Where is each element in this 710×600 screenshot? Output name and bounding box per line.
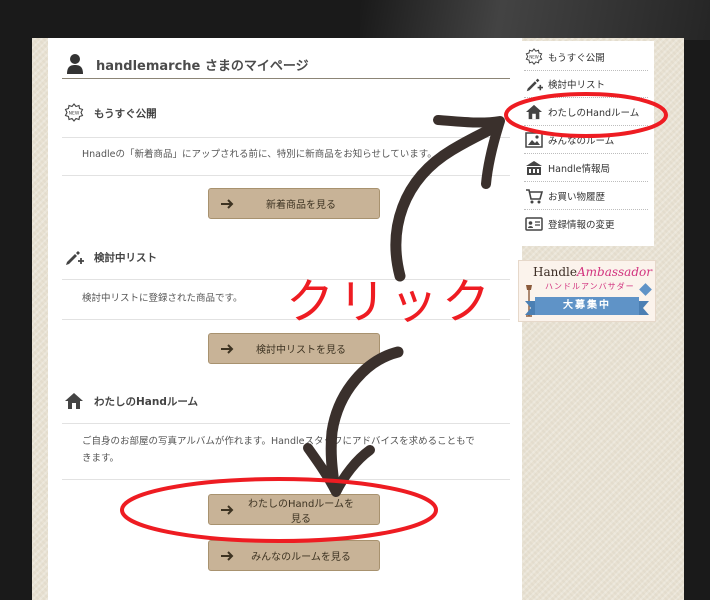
page-title: handlemarche さまのマイページ xyxy=(96,58,309,74)
screen-glare xyxy=(360,0,710,40)
banner-logo: HandleAmbassador xyxy=(533,265,652,279)
sidebar-item-label: Handle情報局 xyxy=(548,164,611,175)
sidebar-item-label: 検討中リスト xyxy=(548,80,606,91)
sidebar-item-label: もうすぐ公開 xyxy=(548,53,605,64)
house-icon xyxy=(524,103,544,121)
section-header-coming-soon: NEW もうすぐ公開 xyxy=(62,98,510,128)
sidebar-item-everyones-rooms[interactable]: みんなのルーム xyxy=(524,127,648,154)
divider xyxy=(62,423,510,424)
description-line: ご自身のお部屋の写真アルバムが作れます。Handleスタッフにアドバイスを求める… xyxy=(82,436,475,447)
sidebar-item-coming-soon[interactable]: NEW もうすぐ公開 xyxy=(524,44,648,71)
description-line: きます。 xyxy=(82,453,120,464)
divider xyxy=(62,479,510,480)
pen-plus-icon xyxy=(524,75,544,93)
svg-text:NEW: NEW xyxy=(69,111,80,117)
building-icon xyxy=(524,159,544,177)
view-new-items-button[interactable]: 新着商品を見る xyxy=(208,188,380,219)
new-badge-icon: NEW xyxy=(64,103,84,123)
banner-logo-main: Handle xyxy=(533,265,577,279)
svg-text:NEW: NEW xyxy=(529,54,539,59)
sidebar-item-account-settings[interactable]: 登録情報の変更 xyxy=(524,211,648,237)
pen-plus-icon xyxy=(64,247,84,267)
view-wishlist-button[interactable]: 検討中リストを見る xyxy=(208,333,380,364)
banner-subtitle: ハンドルアンバサダー xyxy=(545,282,635,291)
section-title: わたしのHandルーム xyxy=(94,395,199,408)
section-header-my-room: わたしのHandルーム xyxy=(62,386,510,416)
arrow-right-icon xyxy=(221,504,235,515)
section-header-wishlist: 検討中リスト xyxy=(62,242,510,272)
new-badge-icon: NEW xyxy=(524,48,544,66)
button-label: 検討中リストを見る xyxy=(256,345,346,356)
click-annotation-text: クリック xyxy=(286,274,495,330)
section-description: ご自身のお部屋の写真アルバムが作れます。Handleスタッフにアドバイスを求める… xyxy=(82,433,502,467)
ambassador-banner[interactable]: HandleAmbassador ハンドルアンバサダー 大募集中 xyxy=(518,260,656,322)
arrow-right-icon xyxy=(221,198,235,209)
sidebar-item-wishlist[interactable]: 検討中リスト xyxy=(524,71,648,98)
id-card-icon xyxy=(524,215,544,233)
view-everyones-rooms-button[interactable]: みんなのルームを見る xyxy=(208,540,380,571)
diamond-decoration xyxy=(639,283,652,296)
button-label: みんなのルームを見る xyxy=(251,552,351,563)
sidebar-item-label: わたしのHandルーム xyxy=(548,108,640,119)
cart-icon xyxy=(524,187,544,205)
arrow-right-icon xyxy=(221,343,235,354)
sidebar-item-label: みんなのルーム xyxy=(548,136,615,147)
section-title: 検討中リスト xyxy=(94,251,157,264)
arrow-right-icon xyxy=(221,550,235,561)
button-label: わたしのHandルームを見る xyxy=(247,498,355,525)
banner-logo-accent: Ambassador xyxy=(576,265,652,279)
sidebar-menu: NEW もうすぐ公開 検討中リスト わたしのHandルーム みんなのルーム Ha… xyxy=(518,41,654,246)
sidebar-item-info-bureau[interactable]: Handle情報局 xyxy=(524,155,648,182)
divider xyxy=(62,137,510,138)
photo-icon xyxy=(524,131,544,149)
sidebar-item-my-room[interactable]: わたしのHandルーム xyxy=(524,99,648,126)
person-icon xyxy=(67,54,83,74)
section-title: もうすぐ公開 xyxy=(94,107,157,120)
house-icon xyxy=(64,391,84,411)
sidebar-item-purchase-history[interactable]: お買い物履歴 xyxy=(524,183,648,210)
banner-ribbon: 大募集中 xyxy=(525,297,649,315)
section-description: Hnadleの「新着商品」にアップされる前に、特別に新商品をお知らせしています。 xyxy=(82,149,437,160)
view-my-room-button[interactable]: わたしのHandルームを見る xyxy=(208,494,380,525)
button-label: 新着商品を見る xyxy=(266,200,336,211)
divider xyxy=(62,175,510,176)
page-header: handlemarche さまのマイページ xyxy=(62,50,510,79)
sidebar-item-label: お買い物履歴 xyxy=(548,192,606,203)
sidebar-item-label: 登録情報の変更 xyxy=(548,220,615,231)
